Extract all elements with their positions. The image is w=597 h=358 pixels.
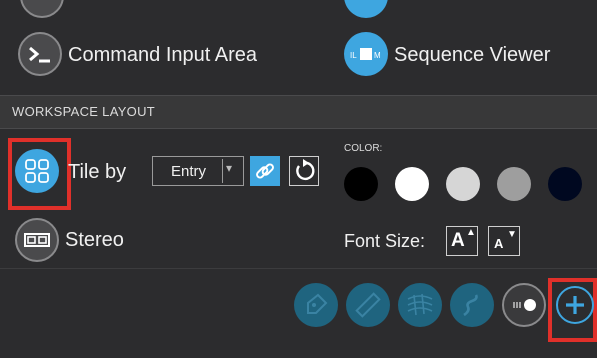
plus-icon	[566, 296, 584, 314]
squiggle-icon[interactable]	[450, 283, 494, 327]
partial-icon-top-right	[344, 0, 388, 18]
tile-by-select[interactable]: Entry ▾	[152, 156, 244, 186]
workspace-layout-header: WORKSPACE LAYOUT	[0, 95, 597, 129]
chevron-down-icon: ▾	[226, 161, 233, 175]
toggle-icon[interactable]	[502, 283, 546, 327]
link-button[interactable]	[250, 156, 280, 186]
stereo-label: Stereo	[65, 229, 124, 251]
reset-button[interactable]	[289, 156, 319, 186]
command-input-area-item[interactable]: Command Input Area	[18, 32, 278, 80]
tile-grid-icon[interactable]	[15, 149, 59, 193]
sequence-viewer-label: Sequence Viewer	[394, 44, 551, 66]
divider	[0, 268, 597, 269]
caret-down-icon: ▼	[507, 229, 517, 240]
terminal-icon	[18, 32, 62, 76]
svg-text:IL: IL	[350, 51, 357, 60]
color-swatch-black[interactable]	[344, 167, 378, 201]
reset-rotate-icon	[296, 159, 315, 181]
add-button[interactable]	[556, 286, 594, 324]
tile-by-label: Tile by	[68, 161, 127, 183]
font-decrease-glyph: A	[494, 236, 504, 251]
font-size-decrease-button[interactable]: A ▼	[488, 226, 520, 256]
color-swatch-white[interactable]	[395, 167, 429, 201]
tag-icon[interactable]	[294, 283, 338, 327]
color-swatch-lightgray[interactable]	[446, 167, 480, 201]
sequence-viewer-item[interactable]: IL M Sequence Viewer	[344, 32, 574, 80]
caret-up-icon: ▲	[466, 227, 476, 238]
color-swatch-gray[interactable]	[497, 167, 531, 201]
select-separator	[222, 159, 223, 183]
font-size-label: Font Size:	[344, 231, 426, 251]
svg-text:M: M	[374, 51, 381, 60]
color-swatch-navy[interactable]	[548, 167, 582, 201]
font-increase-glyph: A	[451, 230, 465, 251]
font-size-increase-button[interactable]: A ▲	[446, 226, 478, 256]
partial-icon-top-left	[20, 0, 64, 18]
ruler-icon[interactable]	[346, 283, 390, 327]
sequence-viewer-icon: IL M	[344, 32, 388, 76]
mesh-icon[interactable]	[398, 283, 442, 327]
command-input-label: Command Input Area	[68, 44, 257, 66]
tile-by-value: Entry	[171, 163, 207, 180]
link-icon	[256, 163, 274, 179]
section-title: WORKSPACE LAYOUT	[12, 104, 156, 119]
color-label: COLOR:	[344, 143, 383, 154]
stereo-glasses-icon[interactable]	[15, 218, 59, 262]
